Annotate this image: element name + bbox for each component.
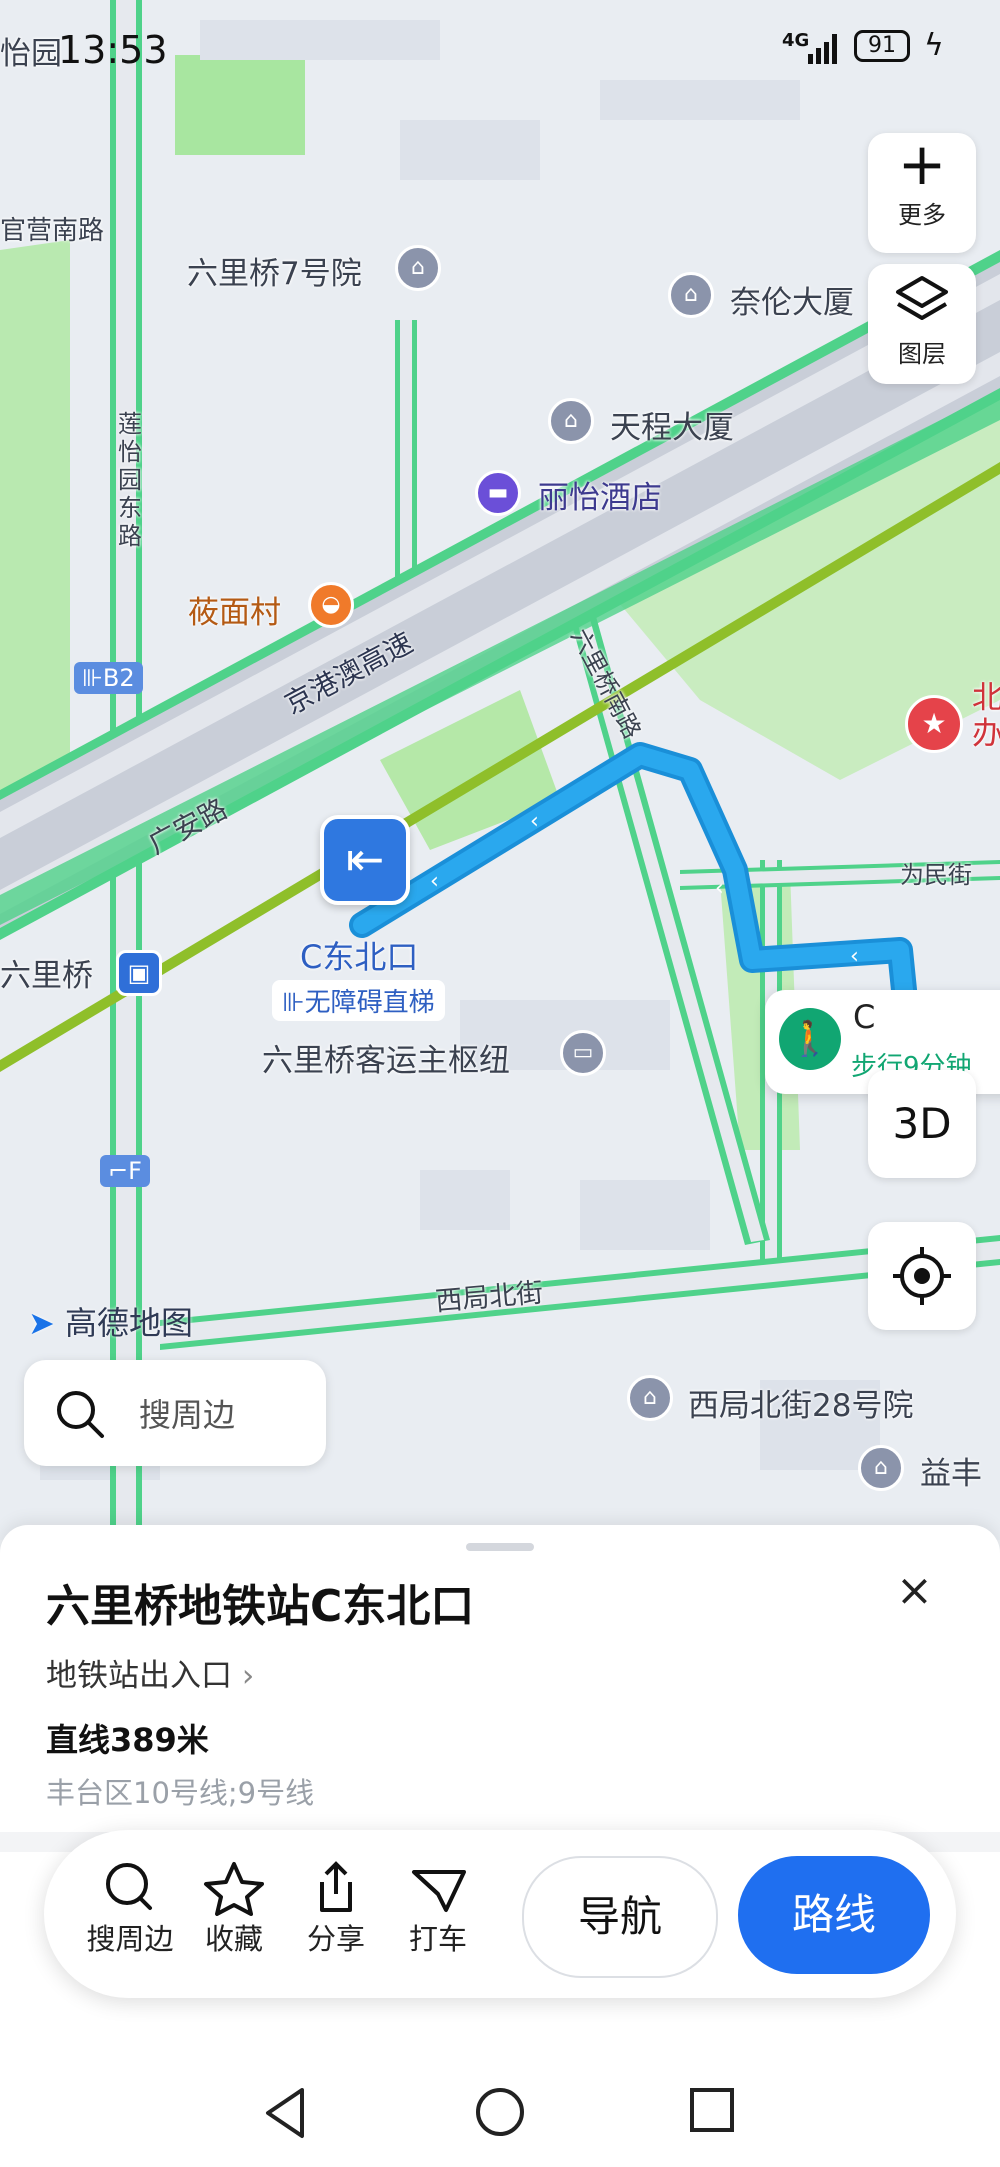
poi-label-liyi-hotel[interactable]: 丽怡酒店 xyxy=(538,472,662,517)
amap-logo-icon: ➤ xyxy=(28,1304,55,1342)
drag-handle[interactable] xyxy=(466,1543,534,1551)
place-category-link[interactable]: 地铁站出入口 › xyxy=(46,1650,254,1695)
brand-label: 高德地图 xyxy=(64,1304,193,1342)
badge-label: F xyxy=(128,1157,142,1185)
place-category: 地铁站出入口 xyxy=(46,1658,232,1694)
status-time: 13:53 xyxy=(58,28,168,72)
poi-label-liuliqiao-station[interactable]: 六里桥 xyxy=(0,950,93,995)
elevator-icon: ⊪ xyxy=(282,988,305,1018)
search-nearby-label: 搜周边 xyxy=(86,1922,174,1956)
plus-icon: + xyxy=(897,130,947,198)
battery-level: 91 xyxy=(868,33,896,58)
route-arrow: ‹ xyxy=(430,869,439,894)
signal-icon xyxy=(808,32,842,68)
navigate-button[interactable]: 导航 xyxy=(522,1856,718,1978)
route-arrow: ‹ xyxy=(850,944,859,969)
escalator-f-badge[interactable]: ⌐F xyxy=(100,1155,150,1187)
layers-button[interactable]: 图层 xyxy=(868,264,976,384)
more-button[interactable]: + 更多 xyxy=(868,133,976,253)
network-type: 4G xyxy=(782,30,810,51)
landmark-star-icon[interactable]: ★ xyxy=(905,695,963,753)
building xyxy=(580,1180,710,1250)
action-toolbar: 搜周边 收藏 分享 打车 导航 路线 xyxy=(44,1830,956,1998)
more-label: 更多 xyxy=(898,201,946,229)
close-icon[interactable]: × xyxy=(896,1565,933,1616)
battery-icon: 91 xyxy=(854,30,910,62)
badge-label: B2 xyxy=(102,664,135,692)
subway-b2-badge[interactable]: ⊪B2 xyxy=(74,662,143,694)
road-label-guanying: 官营南路 xyxy=(0,216,105,246)
map-search-label: 搜周边 xyxy=(139,1396,236,1434)
route-arrow: ‹ xyxy=(715,876,724,901)
poi-label-edge[interactable]: 北办 xyxy=(972,680,1000,752)
poi-label-bus-hub[interactable]: 六里桥客运主枢纽 xyxy=(262,1035,510,1080)
bus-icon[interactable]: ▭ xyxy=(560,1030,606,1076)
favorite-button[interactable]: 收藏 xyxy=(186,1860,282,1958)
threed-label: 3D xyxy=(892,1099,952,1148)
subway-exit-icon: ⊪ xyxy=(82,664,103,692)
restaurant-icon[interactable]: ◒ xyxy=(308,582,354,628)
walking-person-icon: 🚶 xyxy=(779,1008,841,1070)
building-icon[interactable]: ⌂ xyxy=(395,245,441,291)
brand-watermark: ➤ 高德地图 xyxy=(28,1298,193,1344)
favorite-label: 收藏 xyxy=(204,1922,263,1956)
poi-label-youmiancun[interactable]: 莜面村 xyxy=(188,587,281,632)
share-label: 分享 xyxy=(306,1922,365,1956)
poi-label-c-exit[interactable]: C东北口 xyxy=(300,932,418,978)
subway-station-icon[interactable]: ▣ xyxy=(116,950,162,996)
locate-icon xyxy=(893,1247,951,1305)
threed-button[interactable]: 3D xyxy=(868,1070,976,1178)
search-icon xyxy=(106,1863,152,1910)
building-icon[interactable]: ⌂ xyxy=(627,1375,673,1421)
map-search-nearby-button[interactable]: 搜周边 xyxy=(24,1360,326,1466)
status-bar: 13:53 4G 91 ϟ xyxy=(0,0,1000,100)
home-icon[interactable] xyxy=(474,2086,526,2138)
star-icon xyxy=(204,1862,264,1916)
escalator-icon: ⌐ xyxy=(108,1157,129,1185)
place-detail: 丰台区10号线;9号线 xyxy=(46,1776,315,1810)
building xyxy=(400,120,540,180)
poi-label-tiancheng[interactable]: 天程大厦 xyxy=(610,402,734,447)
poi-label-liuliqiao7[interactable]: 六里桥7号院 xyxy=(187,248,362,293)
route-label: 路线 xyxy=(791,1890,876,1939)
elevator-label: 无障碍直梯 xyxy=(304,988,435,1018)
system-nav-bar xyxy=(0,2060,1000,2167)
poi-label-yifeng[interactable]: 益丰 xyxy=(920,1448,982,1493)
elevator-badge[interactable]: ⊪无障碍直梯 xyxy=(272,980,445,1021)
building xyxy=(420,1170,510,1230)
layers-icon xyxy=(896,276,948,320)
search-icon xyxy=(57,1391,104,1438)
taxi-label: 打车 xyxy=(408,1922,467,1956)
charging-icon: ϟ xyxy=(924,28,944,63)
back-icon[interactable] xyxy=(262,2086,310,2140)
park-area xyxy=(0,240,70,790)
road-label-lianhuayuan: 莲怡园东路 xyxy=(118,410,142,550)
route-button[interactable]: 路线 xyxy=(738,1856,930,1974)
recents-icon[interactable] xyxy=(688,2086,736,2134)
search-nearby-button[interactable]: 搜周边 xyxy=(82,1860,178,1958)
taxi-button[interactable]: 打车 xyxy=(390,1860,486,1958)
poi-label-xiju28[interactable]: 西局北街28号院 xyxy=(688,1380,913,1425)
share-button[interactable]: 分享 xyxy=(288,1860,384,1958)
poi-label-nailun[interactable]: 奈伦大厦 xyxy=(730,277,854,322)
walk-bubble-title: C xyxy=(853,998,876,1036)
navigate-label: 导航 xyxy=(577,1892,662,1941)
road-label-weimin: 为民街 xyxy=(900,861,972,889)
chevron-right-icon: › xyxy=(241,1658,255,1694)
building-icon[interactable]: ⌂ xyxy=(858,1445,904,1491)
locate-button[interactable] xyxy=(868,1222,976,1330)
place-distance: 直线389米 xyxy=(46,1721,209,1759)
route-arrow: ‹ xyxy=(530,809,539,834)
layers-label: 图层 xyxy=(898,340,946,368)
share-icon xyxy=(320,1861,352,1912)
building-icon[interactable]: ⌂ xyxy=(548,398,594,444)
hotel-icon[interactable]: ▬ xyxy=(475,470,521,516)
map-view[interactable]: ‹ ‹ ‹ ‹ 怡园 官营南路 六里桥7号院 ⌂ ⌂ 奈伦大厦 ⌂ 天程大厦 ▬… xyxy=(0,0,1000,1540)
exit-marker-icon[interactable]: ⇤ xyxy=(320,815,410,905)
building-icon[interactable]: ⌂ xyxy=(668,272,714,318)
place-title: 六里桥地铁站C东北口 xyxy=(46,1581,475,1632)
taxi-icon xyxy=(412,1870,466,1912)
